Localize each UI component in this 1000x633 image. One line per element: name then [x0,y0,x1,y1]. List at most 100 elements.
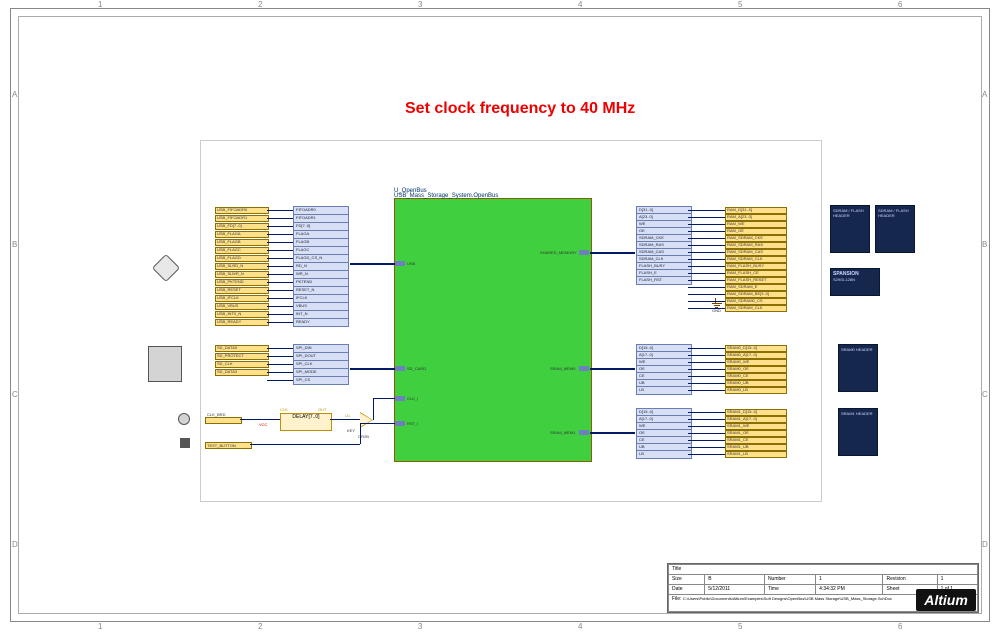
wire [688,231,725,232]
ruler-bot-1: 1 [98,622,102,631]
delay-block-label: DELAY[7..0] [292,414,319,420]
wire [267,348,293,349]
net-label: RAM_D[31..0] [727,207,752,212]
port-sram0-label: SRAM_MEM0 [550,366,575,371]
sheet-entry[interactable]: LB [636,450,692,459]
wire [688,259,725,260]
net-label: USB_READY [217,319,241,324]
net-clkbrd[interactable] [205,417,242,424]
comp-spansion[interactable]: SPANSION S29GL128N [830,268,880,296]
net-label: USB_FLAGD [217,255,241,260]
wire [688,348,725,349]
net-label: RAM_SDRAM_E [727,284,757,289]
wire [267,364,293,365]
zone-r-b: B [982,240,987,249]
comp-hdr-2[interactable]: SDRAM / FLASH HEADER [875,205,915,253]
wire-rst [250,444,360,445]
wire [688,280,725,281]
net-label: SRAM1_LB [727,451,748,456]
phys-button[interactable] [180,438,190,448]
wire [688,224,725,225]
net-label: SRAM0_A[17..0] [727,352,757,357]
net-label: SRAM0_OE [727,366,749,371]
or-gate[interactable] [360,413,372,427]
comp-sram0-hdr[interactable]: SRAM0 HEADER [838,344,878,392]
wire [267,298,293,299]
sheet-entry[interactable]: SPI_CS [293,376,349,385]
sheet-entry[interactable]: LB [636,386,692,395]
net-label: RAM_SDRAM_RAS [727,242,763,247]
openbus-block[interactable] [394,198,592,462]
net-label: SRAM1_A[17..0] [727,416,757,421]
net-label: SRAM0_UB [727,380,749,385]
net-label: USB_FLAGA [217,231,241,236]
port-sdcard[interactable] [395,366,405,371]
ruler-top-4: 4 [578,0,582,9]
ruler-top-6: 6 [898,0,902,9]
or-key: KEY [347,428,355,433]
net-label: SRAM1_OE [727,430,749,435]
comp-sram1-hdr[interactable]: SRAM1 HEADER [838,408,878,456]
wire [267,322,293,323]
net-testbutton-label: TEST_BUTTON [207,443,236,448]
port-usb[interactable] [395,261,405,266]
net-label: USB_INT0_N [217,311,241,316]
net-label: SRAM0_D[15..0] [727,345,757,350]
net-label: USB_PKTEND [217,279,244,284]
wire [688,273,725,274]
port-rsti[interactable] [395,421,405,426]
wire [688,210,725,211]
net-label: USB_SLRD_N [217,263,243,268]
wire-clk-up [373,398,374,420]
wire [267,372,293,373]
wire [267,356,293,357]
net-label: USB_VBUS [217,303,238,308]
ruler-bot-2: 2 [258,622,262,631]
net-label: SRAM0_CE [727,373,749,378]
port-clki[interactable] [395,396,405,401]
net-label: USB_FD[7..0] [217,223,242,228]
port-clki-label: CLK_I [407,396,418,401]
port-usb-label: USB [407,261,415,266]
wire [267,314,293,315]
wire [688,419,725,420]
net-label: USB_RESET [217,287,241,292]
schematic-sheet[interactable]: 1 2 3 4 5 6 1 2 3 4 5 6 A B C D A B C D … [0,0,1000,633]
net-label: RAM_A[23..0] [727,214,752,219]
wire [267,282,293,283]
gnd-symbol [710,298,724,308]
net-label: RAM_OE [727,228,744,233]
wire [688,447,725,448]
port-sharedmem[interactable] [579,250,589,255]
wire [688,369,725,370]
port-sram1[interactable] [579,430,589,435]
ruler-top-1: 1 [98,0,102,9]
port-sram0[interactable] [579,366,589,371]
sheet-entry[interactable]: READY [293,318,349,327]
zone-r-a: A [982,90,987,99]
wire [267,250,293,251]
net-label: USB_SLWR_N [217,271,244,276]
zone-r-c: C [982,390,988,399]
phys-osc[interactable] [178,413,190,425]
net-label: SD_DATA0 [217,345,237,350]
delay-block[interactable]: DELAY[7..0] [280,413,332,431]
zone-r-d: D [982,540,988,549]
wire [688,308,725,309]
wire [267,380,293,381]
wire [688,376,725,377]
ruler-top-5: 5 [738,0,742,9]
sheet-entry[interactable]: FLASH_RST [636,276,692,285]
ruler-bot-3: 3 [418,622,422,631]
wire [267,218,293,219]
wire [688,266,725,267]
bus-shared [590,252,635,254]
phys-sd-slot[interactable] [148,346,182,382]
ruler-bot-5: 5 [738,622,742,631]
net-label: SRAM1_D[15..0] [727,409,757,414]
wire [688,383,725,384]
wire-rst-up [360,424,361,444]
delay-clk: CLK [280,407,288,412]
net-label: SRAM0_WE [727,359,749,364]
comp-hdr-1[interactable]: SDRAM / FLASH HEADER [830,205,870,253]
